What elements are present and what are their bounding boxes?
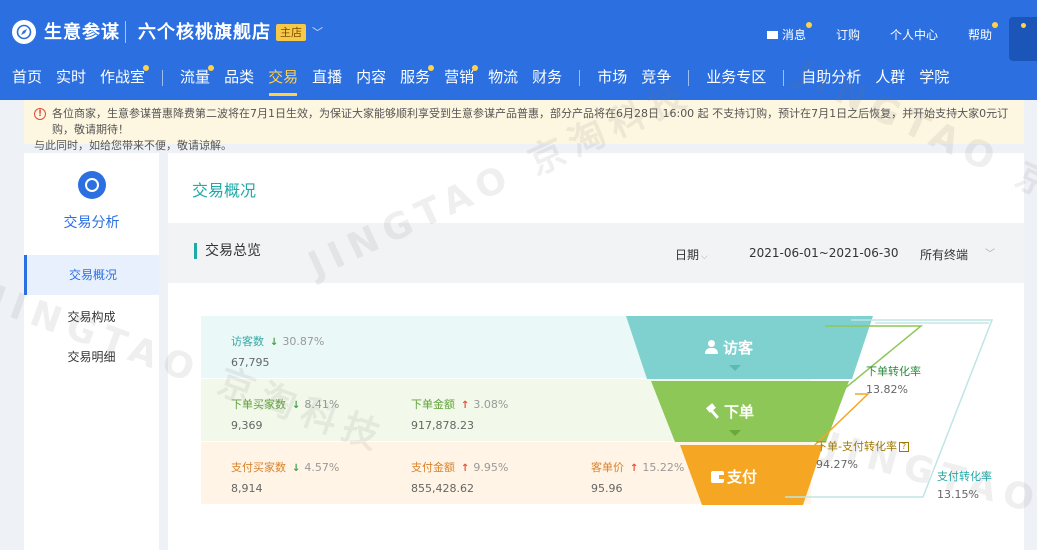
nav-finance[interactable]: 财务 [525, 60, 569, 96]
stage-name: 支付 [727, 468, 758, 486]
metric-value: 917,878.23 [411, 419, 474, 432]
nav-traffic[interactable]: 流量 [173, 60, 217, 96]
rate-label-row: 下单-支付转化率? [816, 438, 909, 454]
rate-label: 下单-支付转化率 [816, 440, 897, 453]
side-tool-button[interactable] [1009, 17, 1037, 61]
nav-home[interactable]: 首页 [0, 60, 49, 96]
order-conversion-rate: 下单转化率 13.82% [866, 363, 921, 396]
pay-buyers-metric: 支付买家数 ↓ 4.57% 8,914 [231, 459, 339, 495]
main-nav: 首页 实时 作战室 流量 品类 交易 直播 内容 服务 营销 物流 财务 市场 … [0, 60, 956, 96]
stage-name: 下单 [724, 403, 755, 421]
funnel-pay-label: 支付 [711, 466, 757, 487]
metric-label: 下单金额 [411, 398, 455, 411]
nav-competition[interactable]: 竞争 [634, 60, 678, 96]
top-links: 消息 订购 个人中心 帮助 [766, 21, 999, 43]
subscribe-link[interactable]: 订购 [836, 26, 860, 43]
shop-badge: 主店 [276, 24, 306, 41]
rate-value: 13.15% [937, 488, 979, 501]
arrow-down-icon: ↓ [270, 337, 279, 348]
metric-value: 8,914 [231, 482, 263, 495]
order-pay-conversion-rate: 下单-支付转化率? 94.27% [816, 438, 909, 471]
top-header: 生意参谋 六个核桃旗舰店 主店 ﹀ 消息 订购 个人中心 帮助 首页 实时 作战… [0, 0, 1037, 100]
funnel-order-label: 下单 [706, 401, 754, 422]
transaction-analysis-icon [78, 171, 106, 199]
sidebar-item-overview[interactable]: 交易概况 [24, 255, 159, 295]
nav-crowd[interactable]: 人群 [868, 60, 912, 96]
funnel-visit-label: 访客 [705, 337, 753, 358]
sidebar-item-composition[interactable]: 交易构成 [24, 297, 159, 337]
announcement-banner: ! 各位商家，生意参谋普惠降费第二波将在7月1日生效，为保证大家能够顺利享受到生… [24, 100, 1024, 152]
metric-value: 9,369 [231, 419, 263, 432]
brand-divider [125, 21, 126, 43]
alert-icon: ! [34, 108, 46, 120]
stage-name: 访客 [723, 339, 754, 357]
wallet-icon [711, 471, 724, 483]
brand-name[interactable]: 生意参谋 [44, 18, 120, 44]
metric-label: 客单价 [591, 461, 624, 474]
hammer-icon [706, 403, 720, 419]
notice-line-1: 各位商家，生意参谋普惠降费第二波将在7月1日生效，为保证大家能够顺利享受到生意参… [52, 107, 1009, 136]
arrow-down-icon: ↓ [292, 463, 301, 474]
sidebar: 交易分析 交易概况 交易构成 交易明细 [24, 153, 159, 550]
rate-value: 94.27% [816, 458, 858, 471]
messages-link[interactable]: 消息 [766, 21, 812, 43]
nav-divider [688, 70, 690, 86]
arrow-down-icon: ↓ [292, 400, 301, 411]
metric-label: 支付买家数 [231, 461, 286, 474]
funnel-area: 访客数 ↓ 30.87% 67,795 下单买家数 ↓ 8.41% 9,369 下单金额… [168, 153, 1024, 550]
sidebar-title: 交易分析 [63, 215, 120, 231]
metric-value: 67,795 [231, 356, 270, 369]
nav-category[interactable]: 品类 [217, 60, 261, 96]
nav-marketing[interactable]: 营销 [437, 60, 481, 96]
nav-divider [162, 70, 164, 86]
notice-line-2: 与此同时，如给您带来不便，敬请谅解。 [34, 139, 232, 152]
nav-war-room[interactable]: 作战室 [93, 60, 152, 96]
mail-icon [766, 31, 778, 39]
nav-divider [783, 70, 785, 86]
messages-label: 消息 [781, 27, 806, 42]
chevron-down-icon[interactable]: ﹀ [312, 24, 323, 40]
nav-content[interactable]: 内容 [349, 60, 393, 96]
nav-service[interactable]: 服务 [393, 60, 437, 96]
metric-change: 9.95% [473, 461, 509, 474]
order-amount-metric: 下单金额 ↑ 3.08% 917,878.23 [411, 396, 508, 432]
nav-realtime[interactable]: 实时 [49, 60, 93, 96]
help-icon[interactable]: ? [898, 442, 909, 452]
nav-academy[interactable]: 学院 [912, 60, 956, 96]
metric-change: 30.87% [282, 335, 325, 348]
user-center-link[interactable]: 个人中心 [890, 26, 938, 43]
arrow-up-icon: ↑ [461, 463, 470, 474]
metric-label: 支付金额 [411, 461, 455, 474]
user-icon [705, 340, 718, 354]
nav-live[interactable]: 直播 [305, 60, 349, 96]
pay-amount-metric: 支付金额 ↑ 9.95% 855,428.62 [411, 459, 508, 495]
sidebar-item-details[interactable]: 交易明细 [24, 337, 159, 377]
pay-conversion-rate: 支付转化率 13.15% [937, 468, 992, 501]
order-buyers-metric: 下单买家数 ↓ 8.41% 9,369 [231, 396, 339, 432]
nav-logistics[interactable]: 物流 [481, 60, 525, 96]
nav-transaction[interactable]: 交易 [261, 60, 305, 96]
arrow-up-icon: ↑ [461, 400, 470, 411]
rate-label: 下单转化率 [866, 365, 921, 378]
metric-change: 8.41% [304, 398, 340, 411]
metric-label: 访客数 [231, 335, 264, 348]
help-link[interactable]: 帮助 [968, 21, 999, 43]
nav-self-analysis[interactable]: 自助分析 [794, 60, 868, 96]
shop-name[interactable]: 六个核桃旗舰店 [138, 18, 271, 44]
nav-market[interactable]: 市场 [590, 60, 634, 96]
metric-label: 下单买家数 [231, 398, 286, 411]
compass-logo-icon[interactable] [12, 20, 36, 44]
nav-divider [579, 70, 581, 86]
metric-value: 855,428.62 [411, 482, 474, 495]
nav-business-zone[interactable]: 业务专区 [699, 60, 773, 96]
metric-change: 4.57% [304, 461, 340, 474]
rate-label: 支付转化率 [937, 470, 992, 483]
metric-change: 3.08% [473, 398, 509, 411]
visitors-metric: 访客数 ↓ 30.87% 67,795 [231, 333, 324, 369]
brand-row: 生意参谋 六个核桃旗舰店 主店 ﹀ 消息 订购 个人中心 帮助 [0, 0, 1037, 61]
rate-value: 13.82% [866, 383, 908, 396]
